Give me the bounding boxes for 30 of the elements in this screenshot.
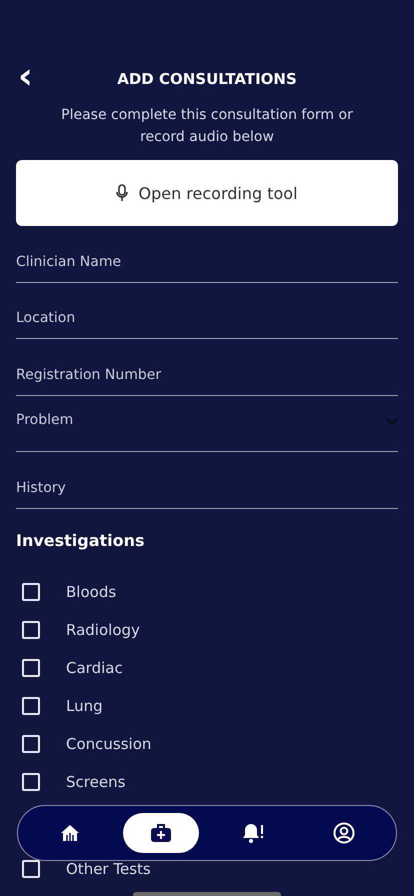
- checkbox[interactable]: [22, 582, 40, 600]
- checkbox[interactable]: [22, 696, 40, 714]
- intro-text: Please complete this consultation form or record audio below: [60, 106, 354, 147]
- checkbox[interactable]: [22, 772, 40, 790]
- checkbox[interactable]: [22, 658, 40, 676]
- checkbox-label: Bloods: [66, 582, 116, 600]
- checkbox[interactable]: [22, 734, 40, 752]
- checkbox-label: Other Tests: [66, 860, 151, 878]
- checkbox-label: Concussion: [66, 734, 152, 752]
- checkbox[interactable]: [22, 620, 40, 638]
- open-recording-button[interactable]: Open recording tool: [16, 160, 398, 226]
- bell-alert-icon: [240, 822, 265, 844]
- checkbox-label: Cardiac: [66, 658, 123, 676]
- checkbox-label: Radiology: [66, 620, 140, 638]
- problem-dropdown[interactable]: Problem: [16, 396, 398, 452]
- input-field[interactable]: Registration Number: [16, 339, 398, 396]
- back-button[interactable]: ‹: [16, 60, 35, 94]
- page-title: ADD CONSULTATIONS: [117, 70, 297, 88]
- section-heading: Investigations: [16, 530, 146, 550]
- home-icon: [60, 824, 80, 842]
- medical-kit-icon: [150, 823, 172, 843]
- input-field[interactable]: Location: [16, 282, 398, 339]
- chevron-down-icon: [386, 418, 398, 426]
- input-field[interactable]: Clinician Name: [16, 226, 398, 282]
- microphone-icon: [116, 184, 128, 202]
- checkbox-label: Screens: [66, 772, 126, 790]
- profile-icon: [333, 822, 356, 844]
- input-field[interactable]: History: [16, 452, 398, 508]
- medical-kit-tab[interactable]: [123, 813, 200, 853]
- checkbox-label: Lung: [66, 696, 103, 714]
